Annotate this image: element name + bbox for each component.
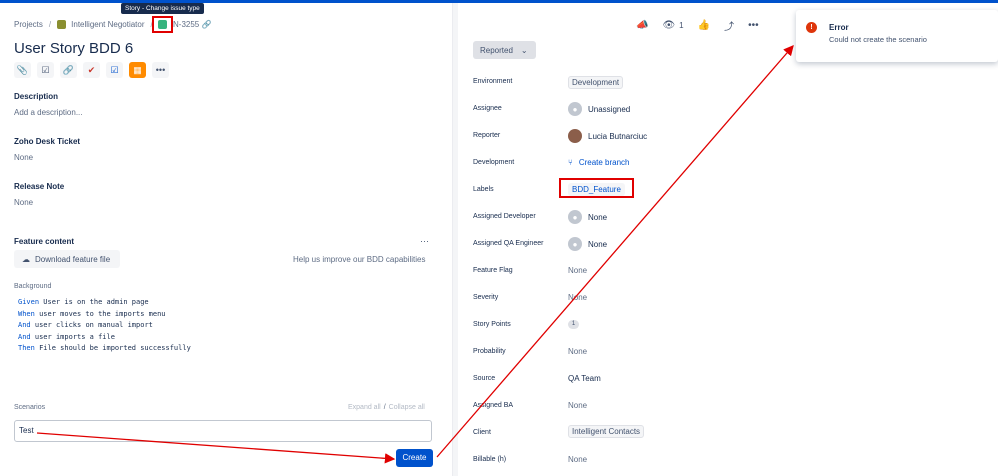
error-toast: ! Error Could not create the scenario bbox=[796, 10, 998, 62]
assigned-qa-value[interactable]: ● None bbox=[568, 237, 607, 251]
gherkin-step: Given User is on the admin page bbox=[18, 298, 149, 306]
download-feature-label: Download feature file bbox=[35, 254, 111, 264]
client-value[interactable]: Intelligent Contacts bbox=[568, 425, 645, 438]
assigned-ba-value[interactable]: None bbox=[568, 401, 587, 410]
reporter-label: Reporter bbox=[473, 132, 501, 139]
description-label: Description bbox=[14, 92, 59, 101]
link-icon[interactable]: 🔗 bbox=[60, 62, 77, 78]
avatar: ● bbox=[568, 102, 582, 116]
story-points-value[interactable]: 1 bbox=[568, 320, 579, 329]
paperclip-icon[interactable]: 📎 bbox=[14, 62, 31, 78]
status-label: Reported bbox=[480, 45, 513, 55]
expand-all-link[interactable]: Expand all bbox=[348, 404, 381, 411]
reporter-value[interactable]: Lucia Butnarciuc bbox=[568, 129, 647, 143]
gherkin-step: Then File should be imported successfull… bbox=[18, 344, 191, 352]
source-label: Source bbox=[473, 375, 496, 382]
severity-label: Severity bbox=[473, 294, 499, 301]
project-icon bbox=[57, 20, 67, 29]
breadcrumb-projects[interactable]: Projects bbox=[14, 20, 43, 29]
feature-flag-value[interactable]: None bbox=[568, 266, 587, 275]
more-icon[interactable]: ••• bbox=[748, 20, 759, 31]
environment-value[interactable]: Development bbox=[568, 76, 624, 89]
scenarios-label: Scenarios bbox=[14, 404, 46, 411]
assigned-qa-label: Assigned QA Engineer bbox=[473, 240, 544, 247]
assigned-developer-label: Assigned Developer bbox=[473, 213, 536, 220]
app-icon[interactable]: ✔ bbox=[83, 62, 100, 78]
issue-key-link[interactable]: N-3255 🔗 bbox=[173, 20, 211, 29]
probability-value[interactable]: None bbox=[568, 347, 587, 356]
more-icon[interactable]: ••• bbox=[152, 62, 169, 78]
watch-count[interactable]: 1 bbox=[679, 21, 683, 30]
story-points-label: Story Points bbox=[473, 321, 511, 328]
gherkin-step: And user clicks on manual import bbox=[18, 321, 153, 329]
feature-more-button[interactable]: ··· bbox=[420, 236, 429, 246]
assigned-developer-value[interactable]: ● None bbox=[568, 210, 607, 224]
breadcrumb: Projects / Intelligent Negotiator / bbox=[14, 20, 159, 29]
create-branch-link[interactable]: ⑂ Create branch bbox=[568, 158, 630, 167]
avatar: ● bbox=[568, 210, 582, 224]
chevron-down-icon: ⌄ bbox=[520, 45, 528, 55]
source-value[interactable]: QA Team bbox=[568, 374, 601, 383]
breadcrumb-project[interactable]: Intelligent Negotiator bbox=[71, 20, 144, 29]
cloud-download-icon: ☁ bbox=[22, 254, 30, 264]
avatar: ● bbox=[568, 237, 582, 251]
scenario-name-input[interactable]: Test bbox=[14, 420, 432, 442]
avatar bbox=[568, 129, 582, 143]
scrollbar[interactable] bbox=[452, 3, 458, 476]
probability-label: Probability bbox=[473, 348, 506, 355]
share-icon[interactable]: ⤴ bbox=[724, 18, 734, 33]
issue-toolbar: 📎 ☑ 🔗 ✔ ☑ ▦ ••• bbox=[14, 62, 169, 78]
link-icon: 🔗 bbox=[201, 20, 212, 29]
background-steps[interactable]: Given User is on the admin page When use… bbox=[18, 297, 191, 355]
labels-label: Labels bbox=[473, 186, 494, 193]
severity-value[interactable]: None bbox=[568, 293, 587, 302]
toast-message: Could not create the scenario bbox=[829, 35, 927, 44]
feature-flag-label: Feature Flag bbox=[473, 267, 513, 274]
release-note-value[interactable]: None bbox=[14, 198, 33, 207]
checklist-icon[interactable]: ☑ bbox=[37, 62, 54, 78]
status-dropdown[interactable]: Reported ⌄ bbox=[473, 41, 536, 59]
environment-label: Environment bbox=[473, 78, 513, 85]
bdd-help-link[interactable]: Help us improve our BDD capabilities bbox=[293, 255, 426, 264]
expand-collapse-controls: Expand all / Collapse all bbox=[348, 404, 425, 411]
toast-title: Error bbox=[829, 23, 849, 32]
story-type-icon[interactable] bbox=[152, 16, 173, 33]
assigned-ba-label: Assigned BA bbox=[473, 402, 514, 409]
create-scenario-button[interactable]: Create bbox=[396, 449, 433, 467]
development-label: Development bbox=[473, 159, 515, 166]
zoho-value[interactable]: None bbox=[14, 153, 33, 162]
feature-content-label: Feature content bbox=[14, 237, 75, 246]
eye-icon[interactable]: 👁 bbox=[662, 20, 675, 31]
gherkin-step: When user moves to the imports menu bbox=[18, 309, 166, 318]
thumbs-up-icon[interactable]: 👍 bbox=[698, 20, 710, 31]
collapse-all-link[interactable]: Collapse all bbox=[389, 404, 425, 411]
description-placeholder[interactable]: Add a description... bbox=[14, 108, 82, 117]
breadcrumb-separator: / bbox=[48, 20, 52, 29]
issue-type-tooltip: Story - Change issue type bbox=[121, 3, 204, 14]
assignee-value[interactable]: ● Unassigned bbox=[568, 102, 630, 116]
release-note-label: Release Note bbox=[14, 182, 65, 191]
error-icon: ! bbox=[806, 22, 817, 33]
checkbox-icon[interactable]: ☑ bbox=[106, 62, 123, 78]
issue-title[interactable]: User Story BDD 6 bbox=[14, 40, 133, 57]
annotation-highlight-box bbox=[559, 178, 634, 198]
megaphone-icon[interactable]: 📣 bbox=[636, 20, 648, 31]
client-label: Client bbox=[473, 429, 491, 436]
zoho-label: Zoho Desk Ticket bbox=[14, 137, 81, 146]
branch-icon: ⑂ bbox=[568, 158, 573, 167]
assignee-label: Assignee bbox=[473, 105, 502, 112]
download-feature-button[interactable]: ☁ Download feature file bbox=[14, 250, 120, 268]
background-label: Background bbox=[14, 283, 52, 290]
issue-actions: 📣 👁 1 👍 ⤴ ••• bbox=[636, 18, 759, 33]
billable-label: Billable (h) bbox=[473, 456, 507, 463]
billable-value[interactable]: None bbox=[568, 455, 587, 464]
gherkin-step: And user imports a file bbox=[18, 332, 115, 341]
grid-app-icon[interactable]: ▦ bbox=[129, 62, 146, 78]
